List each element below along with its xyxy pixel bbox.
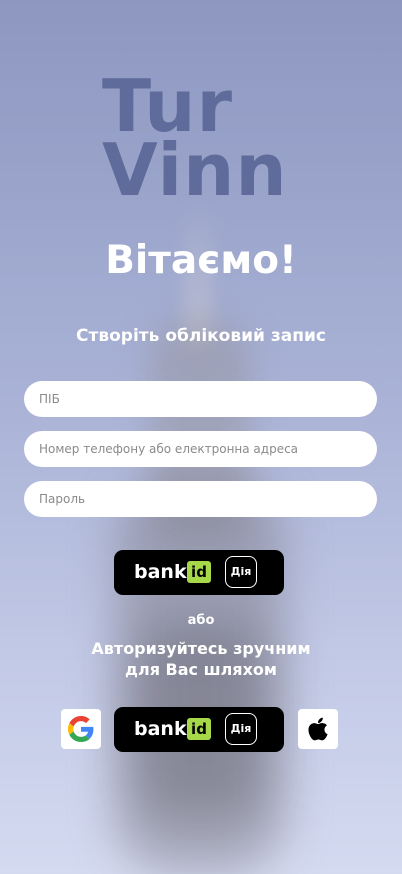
create-account-subtitle: Створіть обліковий запис — [76, 326, 326, 346]
apple-icon — [308, 717, 328, 741]
google-login-button[interactable] — [61, 709, 101, 749]
phone-or-email-input[interactable] — [24, 431, 377, 467]
bankid-diia-button[interactable]: bank id Дія — [114, 550, 284, 595]
diia-icon: Дія — [225, 713, 257, 745]
auth-prompt-line1: Авторизуйтесь зручним — [91, 639, 311, 658]
apple-login-button[interactable] — [298, 709, 338, 749]
background-tower-photo — [95, 200, 305, 874]
bankid-bank-text: bank — [134, 718, 187, 740]
bankid-bank-text: bank — [134, 561, 187, 583]
brand-logo: Tur Vinn — [102, 70, 288, 212]
password-input[interactable] — [24, 481, 377, 517]
bankid-id-badge: id — [187, 561, 211, 583]
brand-logo-line2: Vinn — [102, 128, 288, 212]
auth-prompt: Авторизуйтесь зручним для Вас шляхом — [0, 638, 402, 680]
bankid-diia-login-button[interactable]: bank id Дія — [114, 707, 284, 752]
welcome-title: Вітаємо! — [105, 238, 297, 283]
full-name-input[interactable] — [24, 381, 377, 417]
diia-icon: Дія — [225, 556, 257, 588]
auth-prompt-line2: для Вас шляхом — [125, 660, 277, 679]
or-separator: або — [187, 613, 215, 628]
bankid-id-badge: id — [187, 718, 211, 740]
google-icon — [68, 716, 94, 742]
